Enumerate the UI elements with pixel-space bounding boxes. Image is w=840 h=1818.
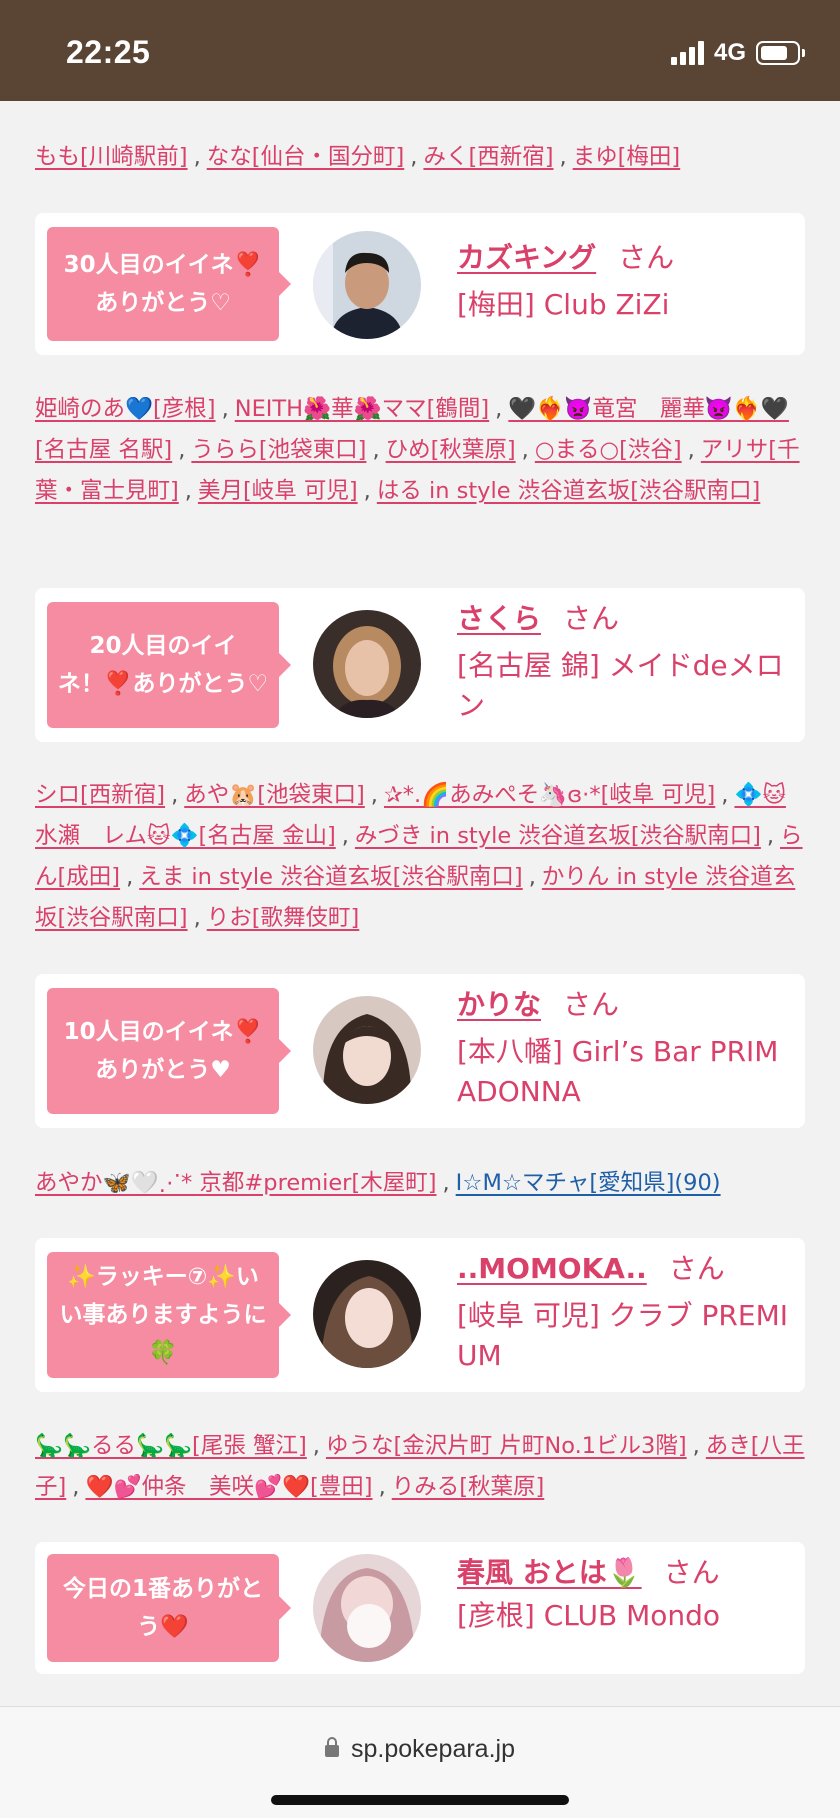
home-indicator[interactable] <box>271 1795 569 1805</box>
separator: , <box>193 905 201 931</box>
profile-name-link[interactable]: ..MOMOKA.. <box>457 1252 647 1285</box>
separator: , <box>766 823 775 849</box>
separator: , <box>184 478 192 504</box>
profile-info: さくら さん [名古屋 錦] メイドdeメロン <box>457 600 797 726</box>
url-display[interactable]: sp.pokepara.jp <box>0 1735 840 1764</box>
thanks-card: 今日の1番ありがとう❤️ 春風 おとは🌷 さん [彦根] CLUB Mondo <box>35 1542 805 1674</box>
signal-icon <box>670 41 704 65</box>
shop-info: [名古屋 錦] メイドdeメロン <box>457 649 784 722</box>
battery-icon <box>756 41 805 65</box>
profile-link[interactable]: ゆうな[金沢片町 片町No.1ビル3階] <box>326 1433 687 1459</box>
avatar[interactable] <box>313 996 421 1104</box>
honorific: さん <box>668 1252 725 1285</box>
thanks-badge: 20人目のイイネ！❣️ありがとう♡ <box>47 602 291 728</box>
separator: , <box>341 823 349 849</box>
profile-info: ..MOMOKA.. さん [岐阜 可児] クラブ PREMIUM <box>457 1250 797 1376</box>
profile-link[interactable]: あや🐹[池袋東口] <box>184 782 365 808</box>
profile-link[interactable]: 美月[岐阜 可児] <box>198 478 358 504</box>
link-list: 姫崎のあ💙[彦根], NEITH🌺華🌺ママ[鶴間], 🖤❤️‍🔥👿竜宮 麗華👿❤️‍… <box>35 389 805 512</box>
separator: , <box>559 144 567 170</box>
profile-link[interactable]: うらら[池袋東口] <box>191 437 366 463</box>
shop-info: [本八幡] Girl’s Bar PRIMADONNA <box>457 1035 779 1108</box>
separator: , <box>521 437 529 463</box>
separator: , <box>495 396 503 422</box>
profile-link[interactable]: みく[西新宿] <box>423 144 553 170</box>
link-list: あやか🦋🤍⋰* 京都#premier[木屋町], I☆M☆マチャ[愛知県](90) <box>35 1163 805 1204</box>
separator: , <box>171 782 179 808</box>
profile-name-link[interactable]: 春風 おとは🌷 <box>457 1556 642 1589</box>
separator: , <box>378 1474 386 1500</box>
honorific: さん <box>663 1556 720 1589</box>
url-text: sp.pokepara.jp <box>350 1735 515 1763</box>
separator: , <box>687 437 695 463</box>
status-bar: 22:25 4G <box>0 0 840 101</box>
thanks-card: 30人目のイイネ❣️ありがとう♡ カズキング さん [梅田] Club ZiZi <box>35 213 805 355</box>
network-type: 4G <box>713 39 746 66</box>
shop-info: [彦根] CLUB Mondo <box>457 1599 721 1632</box>
separator: , <box>126 864 134 890</box>
profile-name-link[interactable]: カズキング <box>457 241 596 274</box>
honorific: さん <box>563 988 620 1021</box>
shop-info: [岐阜 可児] クラブ PREMIUM <box>457 1299 788 1372</box>
profile-link[interactable]: はる in style 渋谷道玄坂[渋谷駅南口] <box>377 478 760 504</box>
status-indicators: 4G <box>670 39 805 67</box>
profile-link[interactable]: えま in style 渋谷道玄坂[渋谷駅南口] <box>139 864 522 890</box>
thanks-card: ✨ラッキー⑦✨いい事ありますように🍀 ..MOMOKA.. さん [岐阜 可児] … <box>35 1238 805 1392</box>
avatar[interactable] <box>313 610 421 718</box>
profile-link[interactable]: シロ[西新宿] <box>35 782 165 808</box>
separator: , <box>372 437 380 463</box>
profile-link[interactable]: ❤️💕仲条 美咲💕❤️[豊田] <box>85 1474 372 1500</box>
separator: , <box>193 144 201 170</box>
profile-link[interactable]: まゆ[梅田] <box>573 144 681 170</box>
shop-info: [梅田] Club ZiZi <box>457 288 670 321</box>
profile-link[interactable]: 🦕🦕るる🦕🦕[尾張 蟹江] <box>35 1433 307 1459</box>
honorific: さん <box>618 241 675 274</box>
thanks-card: 10人目のイイネ❣️ありがとう♥ かりな さん [本八幡] Girl’s Bar … <box>35 974 805 1128</box>
profile-link[interactable]: ✰*.🌈あみぺそ🦄ɞ‧*[岐阜 可児] <box>384 782 715 808</box>
honorific: さん <box>563 602 620 635</box>
thanks-badge: 30人目のイイネ❣️ありがとう♡ <box>47 227 291 341</box>
link-list: シロ[西新宿], あや🐹[池袋東口], ✰*.🌈あみぺそ🦄ɞ‧*[岐阜 可児], 💠🐱… <box>35 775 805 939</box>
avatar[interactable] <box>313 1554 421 1662</box>
separator: , <box>363 478 371 504</box>
thanks-badge: ✨ラッキー⑦✨いい事ありますように🍀 <box>47 1252 291 1378</box>
separator: , <box>178 437 186 463</box>
profile-link[interactable]: りみる[秋葉原] <box>392 1474 545 1500</box>
profile-link[interactable]: なな[仙台・国分町] <box>207 144 405 170</box>
thanks-card: 20人目のイイネ！❣️ありがとう♡ さくら さん [名古屋 錦] メイドdeメロン <box>35 588 805 742</box>
browser-address-bar[interactable]: sp.pokepara.jp <box>0 1706 840 1818</box>
separator: , <box>370 782 378 808</box>
profile-link[interactable]: あやか🦋🤍⋰* 京都#premier[木屋町] <box>35 1170 437 1196</box>
separator: , <box>528 864 536 890</box>
profile-info: 春風 おとは🌷 さん [彦根] CLUB Mondo <box>457 1554 797 1636</box>
lock-icon <box>324 1737 339 1757</box>
separator: , <box>410 144 418 170</box>
profile-info: カズキング さん [梅田] Club ZiZi <box>457 239 797 325</box>
separator: , <box>312 1433 320 1459</box>
profile-link[interactable]: I☆M☆マチャ[愛知県](90) <box>456 1170 721 1196</box>
status-time: 22:25 <box>66 34 151 70</box>
separator: , <box>721 782 729 808</box>
separator: , <box>221 396 229 422</box>
profile-link[interactable]: りお[歌舞伎町] <box>207 905 360 931</box>
separator: , <box>692 1433 700 1459</box>
separator: , <box>72 1474 80 1500</box>
profile-link[interactable]: 姫崎のあ💙[彦根] <box>35 396 216 422</box>
separator: , <box>442 1170 450 1196</box>
profile-info: かりな さん [本八幡] Girl’s Bar PRIMADONNA <box>457 986 797 1112</box>
profile-name-link[interactable]: さくら <box>457 602 541 635</box>
profile-link[interactable]: みづき in style 渋谷道玄坂[渋谷駅南口] <box>355 823 761 849</box>
thanks-badge: 今日の1番ありがとう❤️ <box>47 1554 291 1662</box>
profile-link[interactable]: ○まる○[渋谷] <box>535 437 682 463</box>
link-list: 🦕🦕るる🦕🦕[尾張 蟹江], ゆうな[金沢片町 片町No.1ビル3階], あき[八王… <box>35 1426 805 1508</box>
link-list: もも[川崎駅前], なな[仙台・国分町], みく[西新宿], まゆ[梅田] <box>35 137 805 178</box>
avatar[interactable] <box>313 1260 421 1368</box>
thanks-badge: 10人目のイイネ❣️ありがとう♥ <box>47 988 291 1114</box>
avatar[interactable] <box>313 231 421 339</box>
profile-link[interactable]: もも[川崎駅前] <box>35 144 188 170</box>
profile-link[interactable]: NEITH🌺華🌺ママ[鶴間] <box>235 396 489 422</box>
profile-link[interactable]: ひめ[秋葉原] <box>386 437 516 463</box>
profile-name-link[interactable]: かりな <box>457 988 541 1021</box>
